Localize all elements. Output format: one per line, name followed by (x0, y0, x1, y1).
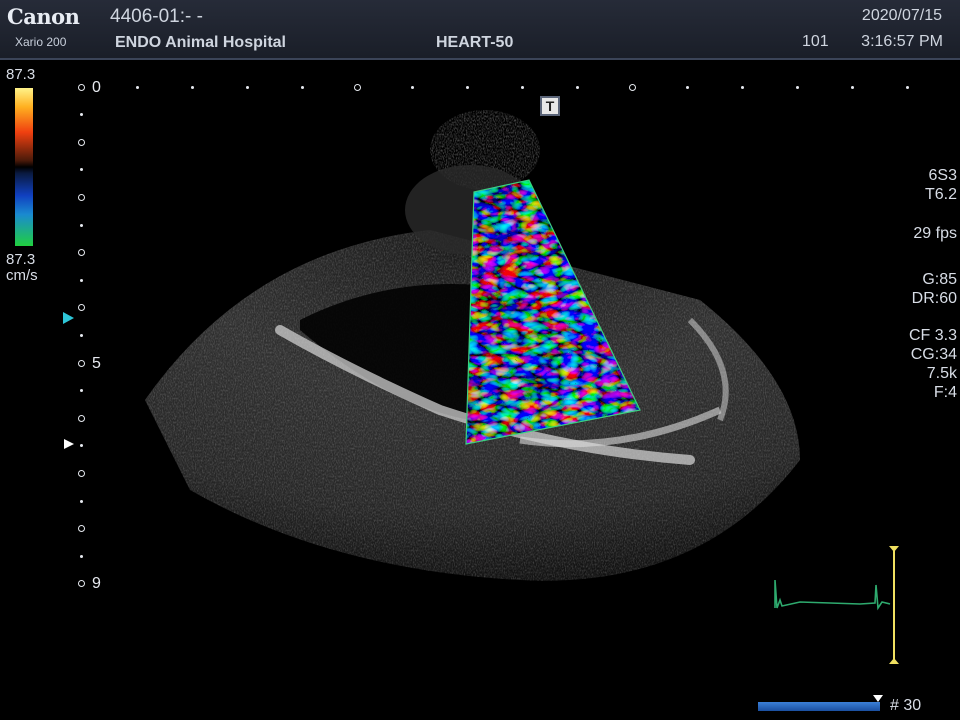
lateral-tick-minor (520, 86, 524, 89)
lateral-tick-major (628, 84, 636, 91)
lateral-tick-minor (905, 86, 909, 89)
depth-tick-major (78, 359, 85, 367)
cine-progress-bar[interactable] (758, 702, 880, 711)
depth-label: 5 (92, 355, 101, 372)
image-number: 101 (802, 33, 829, 50)
depth-label: 0 (92, 79, 101, 96)
prf-value: 7.5k (926, 365, 957, 382)
exam-time: 3:16:57 PM (861, 33, 943, 50)
frame-rate: 29 fps (913, 225, 957, 242)
lateral-tick-minor (795, 86, 799, 89)
filter-value: F:4 (933, 384, 957, 401)
probe-label: 6S3 (928, 167, 957, 184)
exam-date: 2020/07/15 (861, 7, 942, 24)
depth-label: 9 (92, 575, 101, 592)
color-velocity-bar (15, 88, 33, 246)
focus-marker-icon[interactable] (63, 312, 74, 324)
cine-pointer-icon[interactable] (873, 695, 883, 702)
hospital-name: ENDO Animal Hospital (115, 34, 286, 51)
velocity-scale-bottom: 87.3 (6, 251, 36, 268)
model-name: Xario 200 (15, 35, 67, 49)
header-bar: Canon Xario 200 4406-01:- - ENDO Animal … (0, 0, 960, 60)
t-value: T6.2 (924, 186, 957, 203)
depth-tick-major (78, 83, 85, 91)
brand-logo: Canon (7, 4, 80, 29)
probe-info: 6S3 T6.2 (925, 166, 957, 204)
gain-info: G:85 DR:60 (912, 270, 957, 308)
depth-tick-minor (80, 278, 83, 282)
t-mode-icon[interactable]: T (540, 96, 560, 116)
gain-value: G:85 (922, 271, 957, 288)
lateral-tick-minor (190, 86, 194, 89)
lateral-tick-minor (685, 86, 689, 89)
cg-value: CG:34 (910, 346, 957, 363)
depth-tick-major (78, 138, 85, 146)
exam-preset: HEART-50 (436, 34, 514, 51)
dynamic-range-value: DR:60 (911, 290, 957, 307)
lateral-tick-major (353, 84, 361, 91)
depth-tick-major (78, 193, 85, 201)
depth-pointer-icon[interactable] (64, 439, 74, 449)
patient-id: 4406-01:- - (110, 6, 203, 27)
cine-progress-fill (758, 702, 880, 711)
velocity-scale-top: 87.3 (6, 66, 36, 83)
ecg-trace (774, 546, 899, 664)
lateral-tick-minor (850, 86, 854, 89)
cine-frame-count: # 30 (890, 697, 922, 714)
cf-value: CF 3.3 (908, 327, 957, 344)
lateral-tick-minor (575, 86, 579, 89)
depth-tick-minor (80, 499, 83, 503)
depth-tick-minor (80, 223, 83, 227)
color-flow-info: CF 3.3 CG:34 7.5k F:4 (909, 326, 957, 402)
depth-tick-minor (80, 333, 83, 337)
lateral-tick-minor (740, 86, 744, 89)
velocity-unit: cm/s (6, 267, 38, 284)
lateral-tick-minor (135, 86, 139, 89)
depth-tick-major (78, 469, 85, 477)
depth-tick-minor (80, 554, 83, 558)
lateral-tick-minor (465, 86, 469, 89)
lateral-tick-minor (410, 86, 414, 89)
lateral-tick-minor (245, 86, 249, 89)
depth-tick-major (78, 414, 85, 422)
lateral-tick-minor (300, 86, 304, 89)
